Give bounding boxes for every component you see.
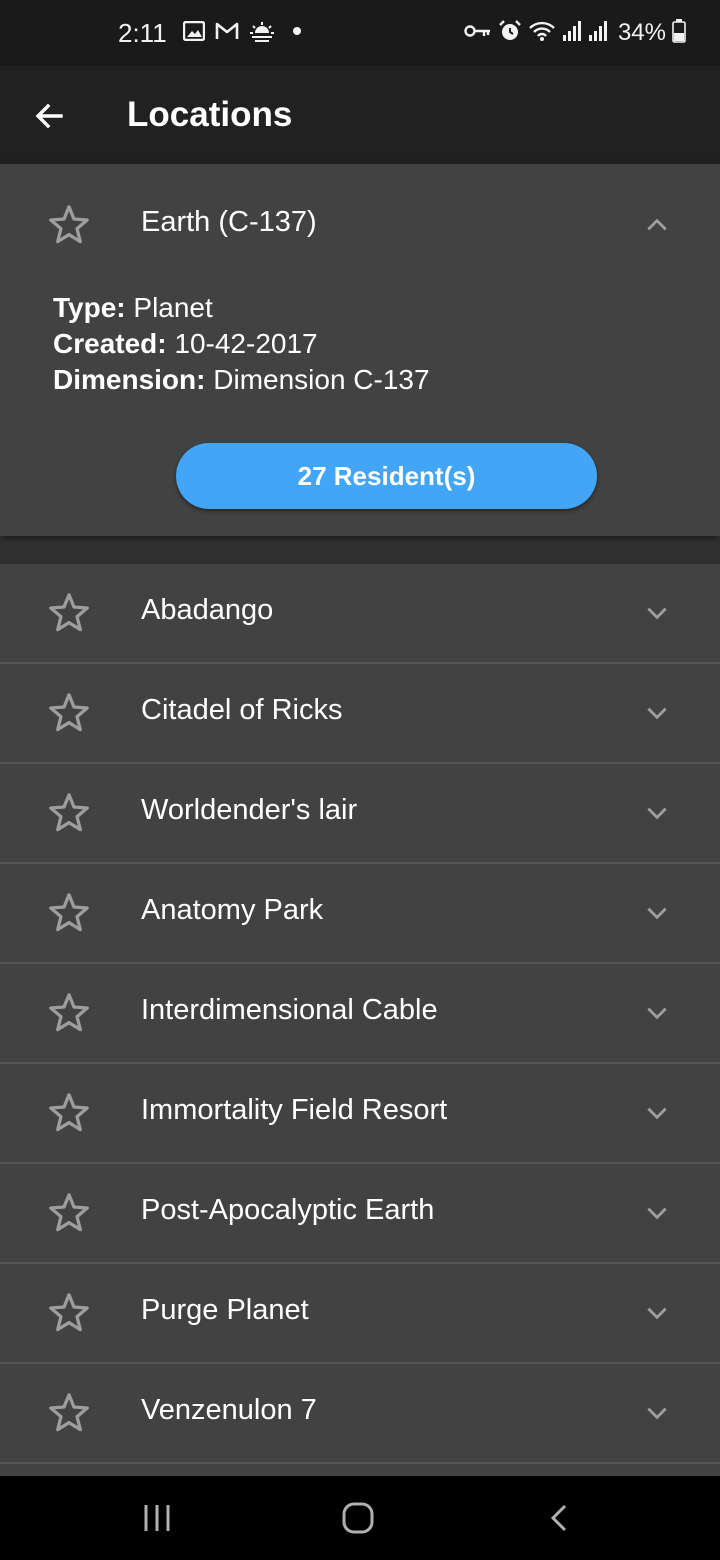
- home-icon: [342, 1502, 374, 1534]
- location-list-item[interactable]: Venzenulon 7: [0, 1364, 720, 1464]
- type-value: Planet: [133, 292, 213, 323]
- location-name: Purge Planet: [141, 1294, 309, 1326]
- notification-dot-icon: [285, 21, 305, 46]
- battery-icon: [672, 18, 686, 48]
- location-dimension: Dimension: Dimension C-137: [53, 364, 430, 396]
- location-name: Post-Apocalyptic Earth: [141, 1194, 435, 1226]
- location-name: Immortality Field Resort: [141, 1094, 448, 1126]
- type-label: Type:: [53, 292, 126, 323]
- gmail-icon: [215, 21, 239, 46]
- app-bar: Locations: [0, 66, 720, 164]
- location-list-item[interactable]: Abadango: [0, 564, 720, 664]
- signal-icon: [588, 20, 608, 47]
- location-name: Anatomy Park: [141, 894, 324, 926]
- location-list-item-partial: [0, 1464, 720, 1476]
- status-left: 2:11: [118, 0, 305, 66]
- created-label: Created:: [53, 328, 167, 359]
- location-list-item[interactable]: Citadel of Ricks: [0, 664, 720, 764]
- star-outline-icon[interactable]: [46, 890, 92, 936]
- recent-apps-button[interactable]: [132, 1494, 182, 1542]
- back-nav-icon: [550, 1504, 567, 1532]
- chevron-down-icon[interactable]: [644, 1000, 670, 1026]
- chevron-down-icon[interactable]: [644, 1200, 670, 1226]
- expanded-panel-header[interactable]: Earth (C-137): [0, 164, 720, 288]
- location-list-item[interactable]: Worldender's lair: [0, 764, 720, 864]
- arrow-back-icon: [35, 103, 63, 129]
- status-time: 2:11: [118, 17, 167, 48]
- dimension-label: Dimension:: [53, 364, 206, 395]
- star-outline-icon[interactable]: [46, 1090, 92, 1136]
- chevron-down-icon[interactable]: [644, 1300, 670, 1326]
- location-list: Abadango Citadel of Ricks Worldender's l…: [0, 564, 720, 1476]
- chevron-down-icon[interactable]: [644, 1100, 670, 1126]
- star-outline-icon[interactable]: [46, 590, 92, 636]
- location-name: Citadel of Ricks: [141, 694, 343, 726]
- star-outline-icon[interactable]: [46, 690, 92, 736]
- star-outline-icon[interactable]: [46, 1390, 92, 1436]
- residents-button[interactable]: 27 Resident(s): [176, 443, 597, 509]
- expanded-location-panel: Earth (C-137) Type: Planet Created: 10-4…: [0, 164, 720, 536]
- location-list-item[interactable]: Interdimensional Cable: [0, 964, 720, 1064]
- system-nav-bar: [0, 1476, 720, 1560]
- location-created: Created: 10-42-2017: [53, 328, 318, 360]
- chevron-down-icon[interactable]: [644, 900, 670, 926]
- location-name: Earth (C-137): [141, 206, 317, 238]
- location-type: Type: Planet: [53, 292, 213, 324]
- page-title: Locations: [127, 95, 293, 134]
- status-right: 34%: [464, 0, 686, 66]
- status-bar: 2:11 34%: [0, 0, 720, 66]
- star-outline-icon[interactable]: [46, 1290, 92, 1336]
- weather-sunrise-icon: [249, 20, 275, 47]
- location-list-item[interactable]: Immortality Field Resort: [0, 1064, 720, 1164]
- back-nav-button[interactable]: [535, 1494, 585, 1542]
- image-icon: [182, 20, 205, 46]
- location-name: Worldender's lair: [141, 794, 358, 826]
- location-list-item[interactable]: Purge Planet: [0, 1264, 720, 1364]
- alarm-icon: [498, 19, 522, 48]
- app-root: 2:11 34% Locations Earth (C-137) Type: P…: [0, 0, 720, 1560]
- wifi-icon: [528, 20, 556, 47]
- location-list-item[interactable]: Post-Apocalyptic Earth: [0, 1164, 720, 1264]
- recent-apps-icon: [144, 1505, 170, 1531]
- chevron-down-icon[interactable]: [644, 700, 670, 726]
- chevron-down-icon[interactable]: [644, 1400, 670, 1426]
- chevron-up-icon[interactable]: [644, 212, 670, 238]
- dimension-value: Dimension C-137: [213, 364, 430, 395]
- location-name: Interdimensional Cable: [141, 994, 438, 1026]
- home-button[interactable]: [333, 1494, 383, 1542]
- location-list-item[interactable]: Anatomy Park: [0, 864, 720, 964]
- vpn-key-icon: [464, 23, 492, 44]
- location-name: Venzenulon 7: [141, 1394, 317, 1426]
- star-outline-icon[interactable]: [46, 1190, 92, 1236]
- battery-percentage: 34%: [617, 19, 666, 46]
- created-value: 10-42-2017: [174, 328, 318, 359]
- signal-icon: [562, 20, 582, 47]
- chevron-down-icon[interactable]: [644, 800, 670, 826]
- star-outline-icon[interactable]: [46, 990, 92, 1036]
- star-outline-icon[interactable]: [46, 790, 92, 836]
- location-name: Abadango: [141, 594, 274, 626]
- star-outline-icon[interactable]: [46, 202, 92, 248]
- back-button[interactable]: [22, 89, 76, 143]
- chevron-down-icon[interactable]: [644, 600, 670, 626]
